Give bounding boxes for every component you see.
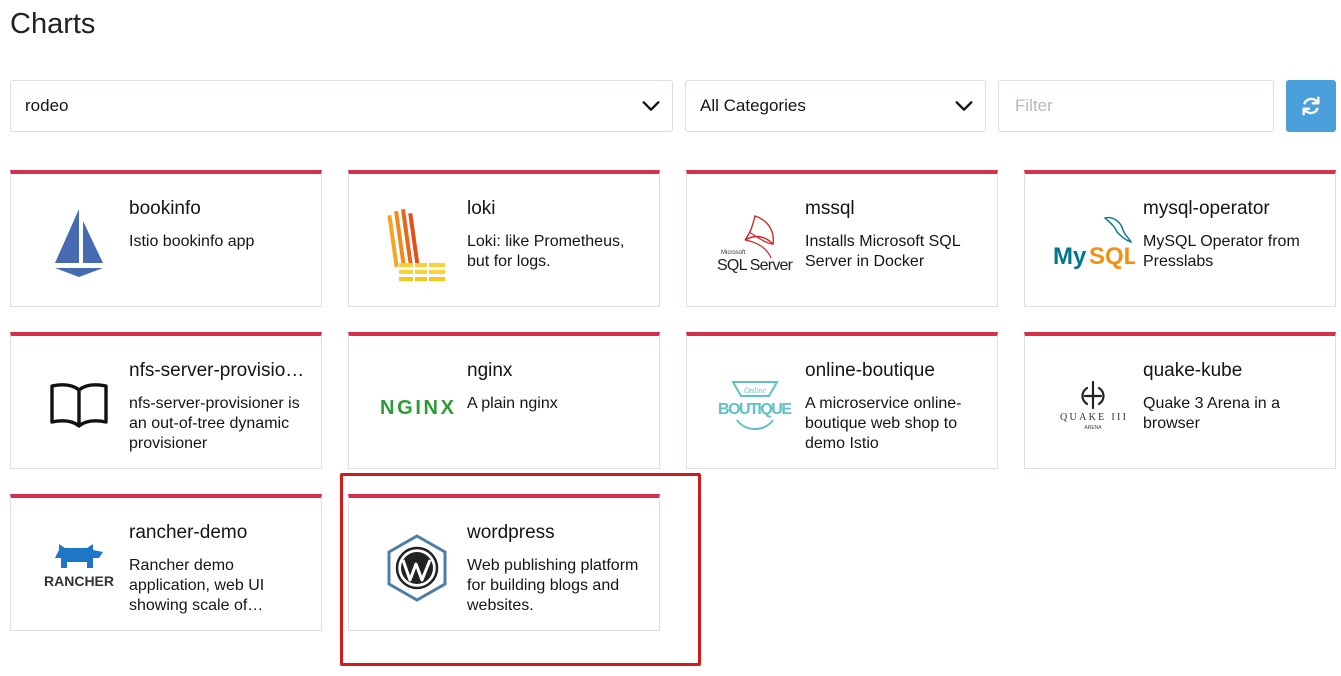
chart-name: nginx	[467, 360, 513, 381]
chart-description: Quake 3 Arena in a browser	[1143, 395, 1280, 432]
chart-card-nfs-server-provisioner[interactable]: nfs-server-provisioner nfs-server-provis…	[10, 332, 322, 469]
rancher-logo: RANCHER	[31, 520, 127, 616]
chart-name: mssql	[805, 198, 855, 219]
svg-text:My: My	[1053, 243, 1087, 270]
chart-description: nfs-server-provisioner is an out-of-tree…	[129, 395, 300, 452]
chart-name: quake-kube	[1143, 360, 1243, 381]
chart-description: Loki: like Prometheus, but for logs.	[467, 233, 625, 270]
chart-card-wordpress[interactable]: wordpress Web publishing platform for bu…	[348, 494, 660, 631]
chart-card-quake-kube[interactable]: QUAKE III ARENA quake-kube Quake 3 Arena…	[1024, 332, 1336, 469]
chart-name: rancher-demo	[129, 522, 248, 543]
chart-card-loki[interactable]: loki Loki: like Prometheus, but for logs…	[348, 170, 660, 307]
chart-name: loki	[467, 198, 496, 219]
loki-logo	[369, 196, 465, 292]
chart-description: Istio bookinfo app	[129, 233, 255, 250]
book-logo	[31, 358, 127, 454]
repo-select-value: rodeo	[25, 96, 69, 115]
refresh-icon	[1302, 96, 1320, 116]
charts-page: Charts rodeo All Categories Filter booki…	[0, 0, 1341, 676]
svg-text:QUAKE III: QUAKE III	[1060, 412, 1126, 423]
istio-sail-logo	[31, 196, 127, 292]
mysql-logo: My SQL	[1045, 196, 1141, 292]
refresh-button[interactable]	[1286, 80, 1336, 132]
quake-logo: QUAKE III ARENA	[1045, 358, 1141, 454]
chevron-down-icon	[955, 101, 973, 111]
chart-card-mssql[interactable]: Microsoft SQL Server mssql Installs Micr…	[686, 170, 998, 307]
chart-name: nfs-server-provisioner	[129, 360, 311, 381]
wordpress-logo	[369, 520, 465, 616]
boutique-logo: Online BOUTIQUE	[707, 358, 803, 454]
category-select[interactable]: All Categories	[685, 80, 986, 132]
filter-input[interactable]	[998, 80, 1274, 132]
chart-card-mysql-operator[interactable]: My SQL mysql-operator MySQL Operator fro…	[1024, 170, 1336, 307]
chart-name: bookinfo	[129, 198, 201, 219]
repo-select[interactable]: rodeo	[10, 80, 673, 132]
page-title: Charts	[10, 8, 96, 40]
svg-text:RANCHER: RANCHER	[44, 573, 114, 589]
chart-name: online-boutique	[805, 360, 935, 381]
chart-description: Rancher demo application, web UI showing…	[129, 557, 265, 614]
svg-text:BOUTIQUE: BOUTIQUE	[718, 401, 792, 418]
chart-card-online-boutique[interactable]: Online BOUTIQUE online-boutique A micros…	[686, 332, 998, 469]
chart-description: Installs Microsoft SQL Server in Docker	[805, 233, 961, 270]
svg-text:ARENA: ARENA	[1084, 425, 1102, 431]
chart-description: A plain nginx	[467, 395, 558, 412]
svg-text:SQL Server: SQL Server	[717, 257, 794, 274]
svg-text:SQL: SQL	[1089, 243, 1135, 270]
chart-description: A microservice online-boutique web shop …	[805, 395, 962, 452]
chart-card-nginx[interactable]: NGINX nginx A plain nginx	[348, 332, 660, 469]
chart-description: MySQL Operator from Presslabs	[1143, 233, 1300, 270]
sql-server-logo: Microsoft SQL Server	[707, 196, 803, 292]
category-select-value: All Categories	[700, 96, 806, 115]
svg-text:Online: Online	[744, 386, 766, 395]
chart-name: mysql-operator	[1143, 198, 1270, 219]
chart-description: Web publishing platform for building blo…	[467, 557, 639, 614]
chart-name: wordpress	[467, 522, 555, 543]
svg-text:Microsoft: Microsoft	[721, 250, 746, 256]
nginx-logo: NGINX	[369, 358, 465, 454]
chevron-down-icon	[642, 101, 660, 111]
svg-text:NGINX: NGINX	[380, 397, 455, 418]
chart-card-rancher-demo[interactable]: RANCHER rancher-demo Rancher demo applic…	[10, 494, 322, 631]
chart-card-bookinfo[interactable]: bookinfo Istio bookinfo app	[10, 170, 322, 307]
